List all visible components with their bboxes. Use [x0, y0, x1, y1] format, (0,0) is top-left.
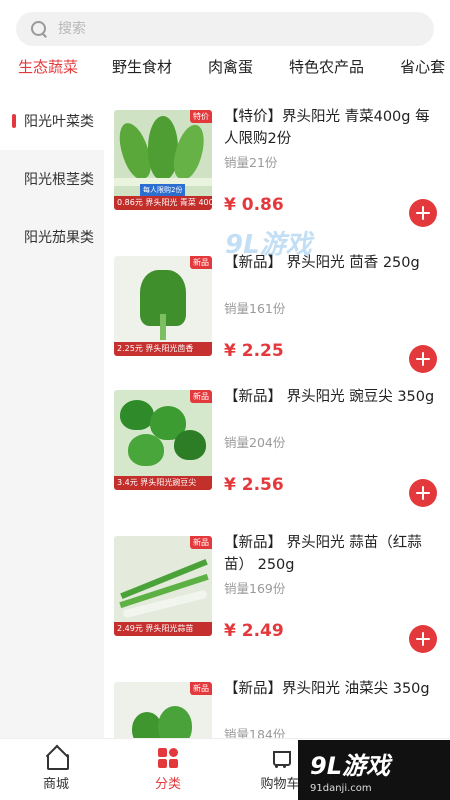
search-input[interactable]: [58, 21, 398, 37]
search-bar[interactable]: [16, 12, 434, 46]
tab-meat-poultry-eggs[interactable]: 肉禽蛋: [208, 56, 253, 86]
watermark-corner-url: 91danji.com: [310, 783, 372, 794]
product-card[interactable]: 新品 【新品】界头阳光 油菜尖 350g 销量184份: [104, 664, 450, 738]
product-image[interactable]: 新品: [114, 682, 212, 738]
add-to-cart-button[interactable]: [409, 479, 437, 507]
product-sales: 销量161份: [224, 301, 286, 316]
watermark-logo: 9L游戏: [225, 230, 312, 260]
sidebar-item-label: 阳光根茎类: [24, 172, 94, 188]
sidebar-item-label: 阳光叶菜类: [24, 114, 94, 130]
product-price: ¥ 2.25: [224, 341, 284, 361]
sidebar-item-label: 阳光茄果类: [24, 230, 94, 246]
product-sales: 销量21份: [224, 155, 278, 170]
image-caption: 3.4元 界头阳光豌豆尖: [114, 476, 212, 490]
promo-tag: 新品: [190, 682, 212, 695]
product-card[interactable]: 新品 3.4元 界头阳光豌豆尖 【新品】 界头阳光 豌豆尖 350g 销量204…: [104, 372, 450, 512]
product-image[interactable]: 新品 2.49元 界头阳光蒜苗: [114, 536, 212, 636]
cart-icon: [269, 747, 291, 769]
image-caption: 2.49元 界头阳光蒜苗: [114, 622, 212, 636]
watermark-corner: 9L游戏 91danji.com: [298, 740, 450, 800]
product-card[interactable]: 新品 2.49元 界头阳光蒜苗 【新品】 界头阳光 蒜苗（红蒜苗） 250g 销…: [104, 518, 450, 658]
nav-item-category[interactable]: 分类: [112, 739, 224, 800]
nav-item-mall[interactable]: 商城: [0, 739, 112, 800]
tab-eco-vegetables[interactable]: 生态蔬菜: [18, 56, 78, 86]
app-root: 生态蔬菜 野生食材 肉禽蛋 特色农产品 省心套 阳光叶菜类 阳光根茎类 阳光茄果…: [0, 0, 450, 800]
home-icon: [45, 747, 69, 770]
subcategory-sidebar: 阳光叶菜类 阳光根茎类 阳光茄果类: [0, 92, 104, 738]
product-list: 每人限购2份 特价 0.86元 界头阳光 青菜 400g 【特价】界头阳光 青菜…: [104, 92, 450, 738]
product-price: ¥ 2.56: [224, 475, 284, 495]
tab-wild-food[interactable]: 野生食材: [112, 56, 172, 86]
category-tabs: 生态蔬菜 野生食材 肉禽蛋 特色农产品 省心套: [0, 56, 450, 86]
product-title[interactable]: 【特价】界头阳光 青菜400g 每人限购2份: [224, 106, 439, 150]
product-sales: 销量169份: [224, 581, 286, 596]
sidebar-item-root-vegetables[interactable]: 阳光根茎类: [0, 150, 104, 208]
product-price: ¥ 2.49: [224, 621, 284, 641]
watermark-corner-logo: 9L游戏: [310, 752, 390, 780]
promo-tag: 新品: [190, 536, 212, 549]
nav-item-label: 分类: [154, 777, 181, 792]
image-banner: 每人限购2份: [140, 184, 186, 196]
image-caption: 0.86元 界头阳光 青菜 400g: [114, 196, 212, 210]
tab-specialty-products[interactable]: 特色农产品: [289, 56, 364, 86]
sidebar-item-leafy-vegetables[interactable]: 阳光叶菜类: [0, 92, 104, 150]
nav-item-label: 商城: [42, 777, 69, 792]
active-indicator: [12, 114, 16, 128]
product-image[interactable]: 新品 3.4元 界头阳光豌豆尖: [114, 390, 212, 490]
promo-tag: 新品: [190, 390, 212, 403]
add-to-cart-button[interactable]: [409, 345, 437, 373]
product-card[interactable]: 每人限购2份 特价 0.86元 界头阳光 青菜 400g 【特价】界头阳光 青菜…: [104, 92, 450, 232]
add-to-cart-button[interactable]: [409, 199, 437, 227]
search-icon: [30, 20, 48, 38]
promo-tag: 特价: [190, 110, 212, 123]
nav-item-label: 购物车: [260, 777, 300, 792]
image-caption: 2.25元 界头阳光茴香: [114, 342, 212, 356]
tab-combo-package[interactable]: 省心套: [400, 56, 445, 86]
product-sales: 销量184份: [224, 727, 286, 738]
product-image[interactable]: 每人限购2份 特价 0.86元 界头阳光 青菜 400g: [114, 110, 212, 210]
product-title[interactable]: 【新品】 界头阳光 豌豆尖 350g: [224, 386, 439, 408]
product-sales: 销量204份: [224, 435, 286, 450]
sidebar-item-fruit-vegetables[interactable]: 阳光茄果类: [0, 208, 104, 266]
add-to-cart-button[interactable]: [409, 625, 437, 653]
category-icon: [157, 747, 179, 769]
product-title[interactable]: 【新品】 界头阳光 蒜苗（红蒜苗） 250g: [224, 532, 439, 576]
product-title[interactable]: 【新品】界头阳光 油菜尖 350g: [224, 678, 439, 700]
promo-tag: 新品: [190, 256, 212, 269]
product-price: ¥ 0.86: [224, 195, 284, 215]
product-image[interactable]: 新品 2.25元 界头阳光茴香: [114, 256, 212, 356]
